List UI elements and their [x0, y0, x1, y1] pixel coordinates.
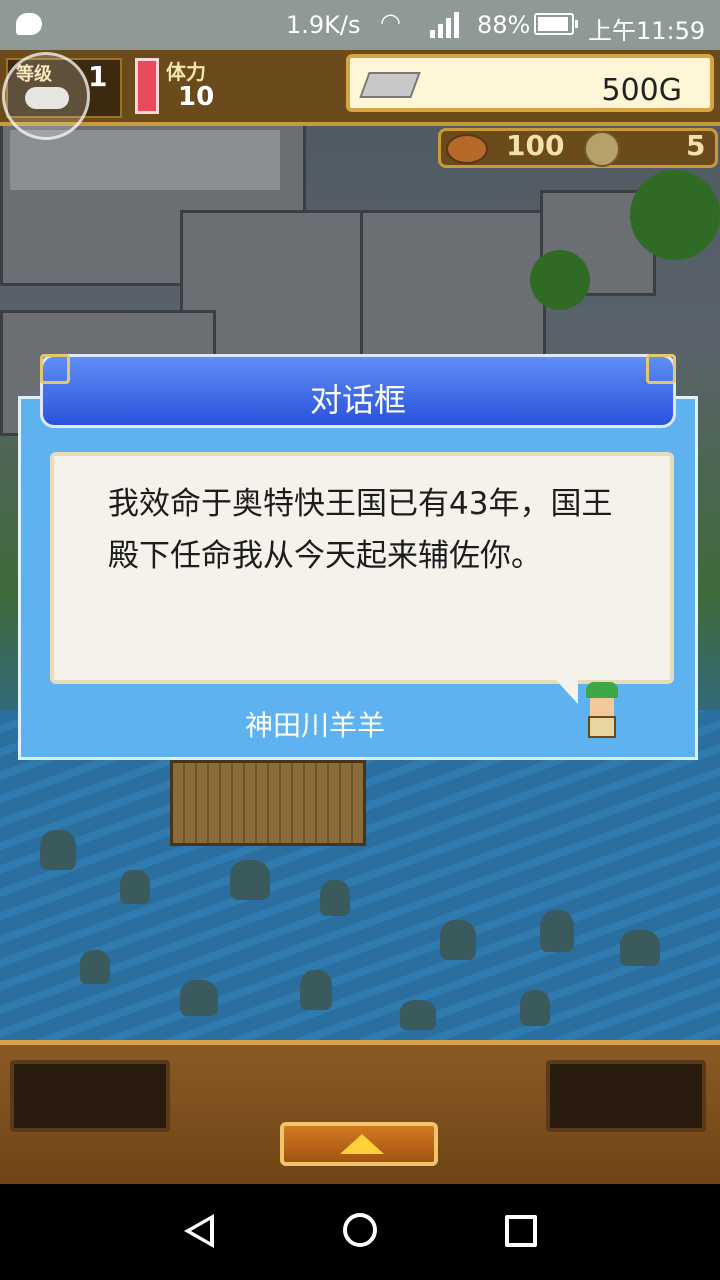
rock [40, 830, 76, 870]
advisor-portrait [580, 676, 624, 742]
network-speed: 1.9K/s [286, 11, 361, 39]
signal-icon [426, 12, 462, 38]
rock [180, 980, 218, 1016]
right-slot-button[interactable] [546, 1060, 706, 1132]
food-icon [446, 134, 488, 164]
dialog-title: 对话框 [309, 381, 406, 419]
gold-amount: 500G [601, 73, 682, 108]
corner-ornament [646, 354, 676, 384]
rock [320, 880, 350, 916]
speaker-name: 神田川羊羊 [244, 709, 385, 742]
corner-ornament [40, 354, 70, 384]
wifi-icon: ◠ [380, 8, 401, 36]
tree [630, 170, 720, 260]
speech-tail [556, 680, 578, 704]
recent-apps-icon[interactable] [505, 1215, 537, 1247]
stamina-label: 体力 [166, 60, 206, 84]
food-amount: 100 [506, 129, 565, 162]
arrow-up-icon [340, 1134, 384, 1154]
rock [120, 870, 150, 904]
rock [230, 860, 270, 900]
rock [620, 930, 660, 966]
rock [440, 920, 476, 960]
dialog-title-bar: 对话框 [40, 354, 676, 428]
tree [530, 250, 590, 310]
battery-icon [534, 13, 578, 35]
coin-amount: 5 [686, 129, 706, 162]
silver-bar-icon [359, 72, 421, 98]
rock [80, 950, 110, 984]
level-value: 1 [88, 60, 108, 93]
left-slot-button[interactable] [10, 1060, 170, 1132]
rock [300, 970, 332, 1010]
battery-percent: 88% [477, 11, 531, 39]
gamepad-icon[interactable] [2, 52, 90, 140]
stamina-gauge [135, 58, 159, 114]
home-icon[interactable] [343, 1213, 377, 1247]
rock [400, 1000, 436, 1030]
message-icon [16, 13, 42, 35]
wooden-dock [170, 760, 366, 846]
coin-icon [584, 131, 620, 167]
dialog-message: 我效命于奥特快王国已有43年，国王殿下任命我从今天起来辅佐你。 [108, 486, 613, 574]
clock: 上午11:59 [588, 17, 706, 45]
expand-menu-button[interactable] [280, 1122, 438, 1166]
rock [540, 910, 574, 952]
stamina-value: 10 [178, 82, 215, 112]
rock [520, 990, 550, 1026]
status-bar: 1.9K/s ◠ 88% 上午11:59 [0, 0, 720, 50]
